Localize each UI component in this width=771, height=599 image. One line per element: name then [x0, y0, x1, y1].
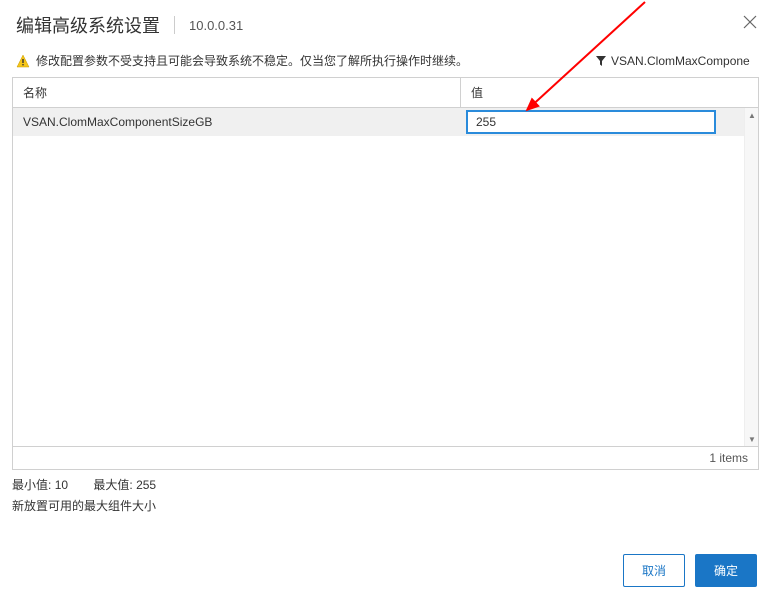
- column-header-name[interactable]: 名称: [13, 78, 461, 107]
- scrollbar[interactable]: ▲ ▼: [744, 108, 758, 446]
- dialog-buttons: 取消 确定: [623, 554, 757, 587]
- warning-icon: [16, 54, 30, 68]
- cancel-button[interactable]: 取消: [623, 554, 685, 587]
- dialog-title: 编辑高级系统设置: [16, 12, 160, 38]
- table-footer: 1 items: [13, 446, 758, 469]
- column-header-value[interactable]: 值: [461, 78, 758, 107]
- table-body: VSAN.ClomMaxComponentSizeGB ▲ ▼: [13, 108, 758, 446]
- dialog-header: 编辑高级系统设置 10.0.0.31: [0, 0, 771, 46]
- settings-table: 名称 值 VSAN.ClomMaxComponentSizeGB ▲ ▼ 1 i…: [12, 77, 759, 470]
- table-header: 名称 值: [13, 78, 758, 108]
- setting-name: VSAN.ClomMaxComponentSizeGB: [13, 110, 461, 134]
- setting-value-input[interactable]: [467, 111, 715, 133]
- confirm-button[interactable]: 确定: [695, 554, 757, 587]
- header-divider: [174, 16, 175, 34]
- setting-description: 新放置可用的最大组件大小: [0, 495, 771, 516]
- close-icon[interactable]: [743, 14, 757, 32]
- warning-text: 修改配置参数不受支持且可能会导致系统不稳定。仅当您了解所执行操作时继续。: [36, 52, 595, 69]
- min-label: 最小值: 10: [12, 476, 68, 493]
- scroll-down-icon[interactable]: ▼: [745, 432, 758, 446]
- table-row[interactable]: VSAN.ClomMaxComponentSizeGB: [13, 108, 758, 136]
- filter-box[interactable]: VSAN.ClomMaxCompone: [595, 54, 755, 68]
- max-label: 最大值: 255: [93, 476, 156, 493]
- items-count: 1 items: [709, 451, 748, 465]
- filter-icon: [595, 55, 607, 67]
- warning-row: 修改配置参数不受支持且可能会导致系统不稳定。仅当您了解所执行操作时继续。 VSA…: [0, 46, 771, 77]
- filter-text: VSAN.ClomMaxCompone: [611, 54, 750, 68]
- scroll-up-icon[interactable]: ▲: [745, 108, 758, 122]
- setting-value-cell: [461, 108, 758, 136]
- value-range: 最小值: 10 最大值: 255: [0, 470, 771, 495]
- host-ip: 10.0.0.31: [189, 18, 243, 33]
